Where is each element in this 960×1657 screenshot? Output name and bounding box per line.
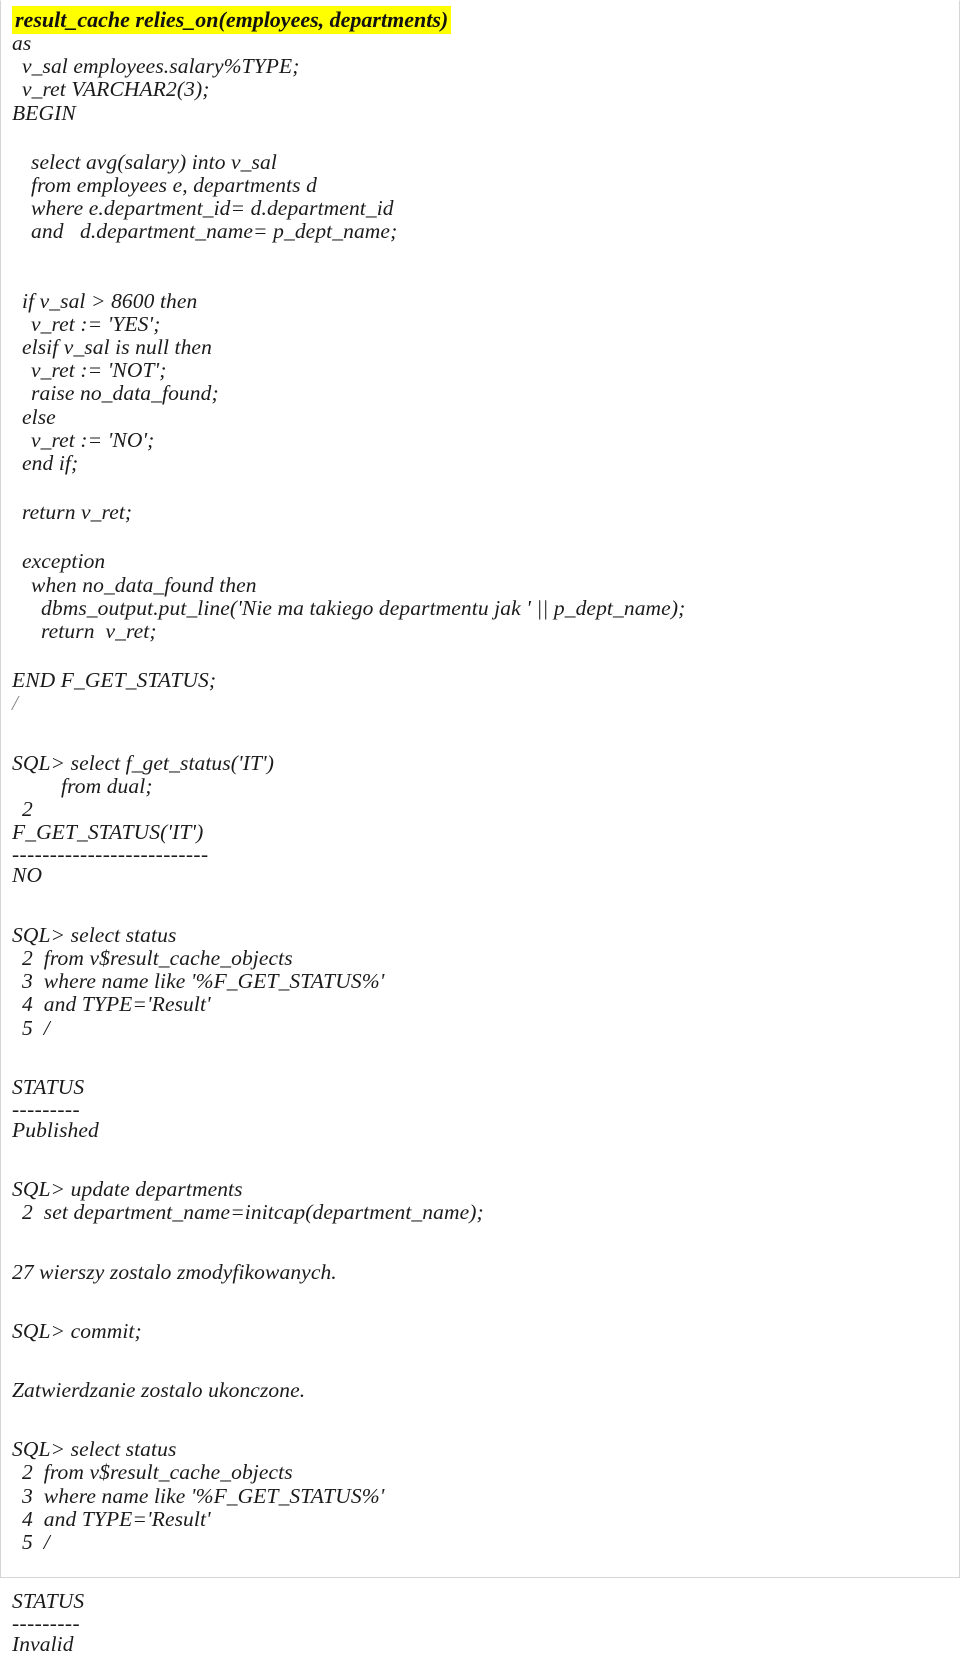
code-line-else: else xyxy=(22,404,56,429)
code-line-where: where e.department_id= d.department_id xyxy=(31,196,394,221)
status-message-rows-modified: 27 wierszy zostalo zmodyfikowanych. xyxy=(12,1259,337,1284)
code-line-exception: exception xyxy=(22,549,106,574)
code-line-select: select avg(salary) into v_sal xyxy=(31,149,277,174)
sql-continuation-2-from-vresult-1: 2 from v$result_cache_objects xyxy=(22,945,293,970)
sql-continuation-from-dual: from dual; xyxy=(61,773,153,798)
sql-continuation-4-and-type-2: 4 and TYPE='Result' xyxy=(22,1506,211,1531)
highlighted-header-text: result_cache relies_on(employees, depart… xyxy=(12,6,452,34)
sql-prompt-line-select-f-get-status: SQL> select f_get_status('IT') xyxy=(12,750,274,775)
result-value-no: NO xyxy=(12,863,43,888)
document-page: result_cache relies_on(employees, depart… xyxy=(0,0,960,1656)
code-line-assign-no: v_ret := 'NO'; xyxy=(31,427,155,452)
code-line-as: as xyxy=(12,31,32,55)
code-line-assign-yes: v_ret := 'YES'; xyxy=(31,311,161,336)
code-line-return-2: return v_ret; xyxy=(41,619,157,644)
result-value-published: Published xyxy=(12,1117,99,1142)
sql-continuation-5-slash-1: 5 / xyxy=(22,1015,50,1040)
code-listing: result_cache relies_on(employees, depart… xyxy=(1,1,959,1657)
result-column-header-status-2: STATUS xyxy=(12,1589,85,1614)
code-line-return-1: return v_ret; xyxy=(22,500,133,525)
result-column-header-status-1: STATUS xyxy=(12,1074,85,1099)
result-value-invalid: Invalid xyxy=(12,1632,74,1657)
code-line-if: if v_sal > 8600 then xyxy=(22,288,198,313)
sql-prompt-line-update-departments: SQL> update departments xyxy=(12,1177,243,1202)
code-line-declare-vsal: v_sal employees.salary%TYPE; xyxy=(22,54,300,79)
code-line-when-no-data-found: when no_data_found then xyxy=(31,572,257,597)
sql-line-number-2: 2 xyxy=(22,797,33,822)
sql-prompt-line-select-status-1: SQL> select status xyxy=(12,922,177,947)
code-line-begin: BEGIN xyxy=(12,100,76,125)
code-line-slash-terminator-1: / xyxy=(12,691,19,716)
code-line-end-function: END F_GET_STATUS; xyxy=(12,668,217,693)
result-header-rule-long: -------------------------- xyxy=(12,842,209,867)
code-line-from: from employees e, departments d xyxy=(31,173,317,198)
highlighted-header-line: result_cache relies_on(employees, depart… xyxy=(1,6,959,34)
sql-prompt-line-commit: SQL> commit; xyxy=(12,1318,142,1343)
result-header-rule-short-2: --------- xyxy=(12,1611,81,1636)
result-column-header-f-get-status: F_GET_STATUS('IT') xyxy=(12,820,204,845)
sql-continuation-3-where-name-2: 3 where name like '%F_GET_STATUS%' xyxy=(22,1483,385,1508)
code-line-dbms-output: dbms_output.put_line('Nie ma takiego dep… xyxy=(41,595,686,620)
code-line-assign-not: v_ret := 'NOT'; xyxy=(31,358,167,383)
sql-continuation-2-set-department-name: 2 set department_name=initcap(department… xyxy=(22,1200,484,1225)
code-line-raise: raise no_data_found; xyxy=(31,381,219,406)
code-line-elsif: elsif v_sal is null then xyxy=(22,335,212,360)
status-message-commit-complete: Zatwierdzanie zostalo ukonczone. xyxy=(12,1377,306,1402)
code-line-end-if: end if; xyxy=(22,451,79,476)
code-line-declare-vret: v_ret VARCHAR2(3); xyxy=(22,77,210,102)
sql-continuation-5-slash-2: 5 / xyxy=(22,1529,50,1554)
sql-prompt-line-select-status-2: SQL> select status xyxy=(12,1437,177,1462)
sql-continuation-2-from-vresult-2: 2 from v$result_cache_objects xyxy=(22,1460,293,1485)
sql-continuation-4-and-type-1: 4 and TYPE='Result' xyxy=(22,992,211,1017)
sql-continuation-3-where-name-1: 3 where name like '%F_GET_STATUS%' xyxy=(22,969,385,994)
code-line-and: and d.department_name= p_dept_name; xyxy=(31,219,398,244)
result-header-rule-short-1: --------- xyxy=(12,1096,81,1121)
